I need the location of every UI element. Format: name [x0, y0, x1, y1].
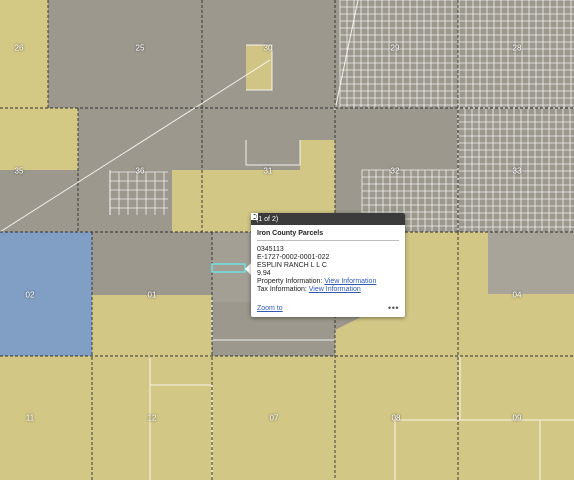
play-icon[interactable]	[251, 213, 380, 224]
section-label: 01	[147, 290, 157, 300]
more-options-icon[interactable]: •••	[388, 304, 399, 313]
parcel-area	[92, 295, 212, 357]
popup-feature-count: (1 of 2)	[256, 215, 279, 223]
section-label: 33	[512, 166, 522, 176]
section-label: 30	[263, 43, 273, 53]
unowned-area	[488, 232, 574, 294]
property-info-label: Property Information:	[257, 278, 323, 285]
section-label: 29	[390, 43, 400, 53]
parcel-area-blue	[0, 232, 92, 356]
section-label: 04	[512, 290, 522, 300]
parcel-owner: ESPLIN RANCH L L C	[257, 262, 327, 269]
popup-header: (1 of 2)	[251, 213, 405, 225]
parcel-area	[0, 356, 574, 480]
zoom-to-link[interactable]: Zoom to	[257, 305, 388, 312]
parcel-popup: (1 of 2) Iron County Parcels 0345113 E-1…	[251, 213, 405, 317]
maximize-icon[interactable]	[251, 213, 390, 224]
section-label: 25	[135, 43, 145, 53]
section-label: 07	[269, 413, 279, 423]
parcel-area	[0, 0, 48, 108]
section-label: 12	[147, 413, 157, 423]
popup-divider	[257, 240, 399, 241]
parcel-map[interactable]: 26 25 30 29 28 35 36 31 32 33 02 01 06 0…	[0, 0, 574, 480]
property-info-link[interactable]: View Information	[324, 278, 376, 285]
parcel-id: 0345113	[257, 246, 284, 253]
popup-body: Iron County Parcels 0345113 E-1727-0002-…	[251, 225, 405, 294]
tax-info-link[interactable]: View Information	[309, 286, 361, 293]
tax-info-label: Tax Information:	[257, 286, 307, 293]
close-icon[interactable]	[251, 213, 400, 224]
parcel-account: E-1727-0002-0001-022	[257, 254, 330, 261]
section-label: 28	[512, 43, 522, 53]
section-label: 26	[14, 43, 24, 53]
section-label: 36	[135, 166, 145, 176]
section-label: 35	[14, 166, 24, 176]
section-label: 08	[391, 413, 401, 423]
parcel-acres: 9.94	[257, 270, 271, 277]
section-label: 09	[512, 413, 522, 423]
popup-footer: Zoom to •••	[257, 303, 399, 313]
tax-info-row: Tax Information: View Information	[257, 286, 399, 294]
parcel-area	[0, 108, 78, 170]
section-label: 31	[263, 166, 273, 176]
property-info-row: Property Information: View Information	[257, 278, 399, 286]
section-label: 11	[25, 413, 35, 423]
section-label: 02	[25, 290, 35, 300]
popup-layer-title: Iron County Parcels	[257, 230, 324, 237]
section-label: 32	[390, 166, 400, 176]
